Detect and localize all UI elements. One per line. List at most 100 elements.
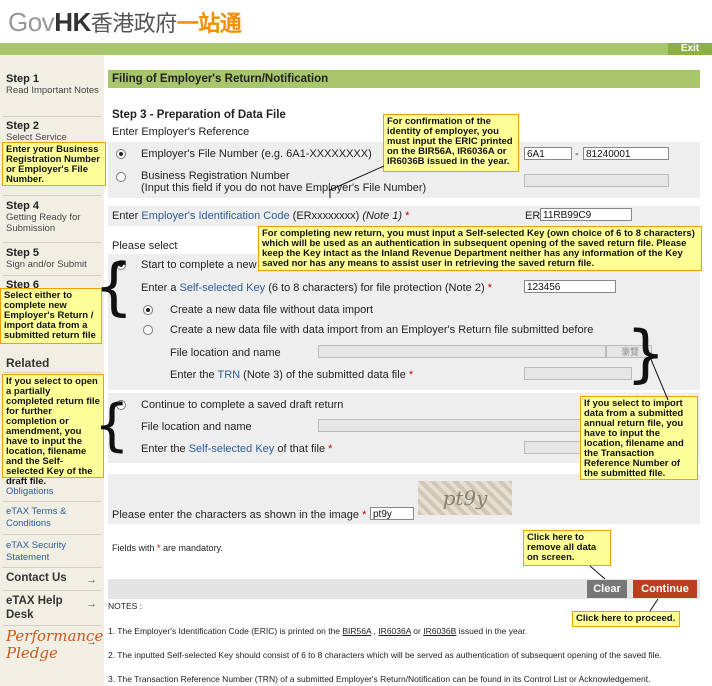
file-number-input[interactable]: 81240001 [583, 147, 669, 160]
file-location-label: File location and name [170, 347, 281, 359]
step-number: Step 1 [6, 73, 40, 85]
note1-post: issued in the year. [456, 626, 528, 636]
callout-draft-file: If you select to open a partially comple… [2, 374, 104, 487]
right-brace-icon: } [626, 317, 666, 390]
note-1: 1. The Employer's Identification Code (E… [108, 626, 527, 636]
sidebar-divider [3, 590, 101, 591]
key-label-pre: Enter a [141, 282, 180, 294]
captcha-label-text: Please enter the characters as shown in … [112, 509, 363, 521]
draft-key-input[interactable] [524, 441, 584, 454]
self-key-input[interactable]: 123456 [524, 280, 616, 293]
draft-file-input[interactable] [318, 419, 582, 432]
note-3: 3. The Transaction Reference Number (TRN… [108, 674, 651, 684]
callout-self-key: For completing new return, you must inpu… [258, 226, 702, 271]
draft-key-label: Enter the Self-selected Key of that file… [141, 443, 332, 455]
sidebar-step-5[interactable]: Step 5 Sign and/or Submit [6, 247, 102, 270]
captcha-input[interactable]: pt9y [370, 507, 414, 520]
step-label: Sign and/or Submit [6, 259, 87, 270]
top-green-bar [0, 43, 712, 55]
callout-import-file: If you select to import data from a subm… [580, 396, 698, 480]
arrow-right-icon: → [86, 574, 97, 586]
br-label: Business Registration Number [141, 170, 290, 182]
key-label-post: (6 to 8 characters) for file protection … [265, 282, 488, 294]
note1-pre: 1. The Employer's Identification Code (E… [108, 626, 343, 636]
note1-link-ir6036a[interactable]: IR6036A [378, 626, 411, 636]
without-import-radio[interactable] [143, 305, 153, 315]
file-prefix-input[interactable]: 6A1 [524, 147, 572, 160]
br-sub-label: (Input this field if you do not have Emp… [141, 182, 427, 194]
callout-eric-confirm: For confirmation of the identity of empl… [383, 114, 519, 172]
arrow-right-icon: → [86, 598, 97, 610]
note1-sep: or [410, 626, 424, 636]
continue-draft-label: Continue to complete a saved draft retur… [141, 399, 344, 411]
with-import-radio[interactable] [143, 325, 153, 335]
logo-gov: Gov [8, 7, 55, 37]
note1-link-ir6036b[interactable]: IR6036B [423, 626, 456, 636]
mandatory-note: Fields with * are mandatory. [112, 543, 223, 553]
exit-button[interactable]: Exit [668, 43, 712, 55]
eric-label-post: (ERxxxxxxxx) [289, 210, 363, 222]
trn-input[interactable] [524, 367, 632, 380]
captcha-image: pt9y [418, 481, 512, 515]
sidebar-link-security[interactable]: eTAX Security Statement [6, 540, 84, 564]
logo-chinese-onestop: 一站通 [176, 12, 242, 37]
sidebar-link-obligations[interactable]: Obligations [6, 486, 54, 498]
required-star: * [328, 443, 333, 455]
step-title: Step 3 - Preparation of Data File [112, 109, 286, 121]
sidebar-divider [3, 195, 101, 196]
logo-hk: HK [54, 7, 91, 37]
sidebar-divider [3, 242, 101, 243]
dash-separator: - [575, 148, 579, 160]
key-label: Enter a Self-selected Key (6 to 8 charac… [141, 282, 492, 294]
left-brace-icon: { [94, 250, 134, 323]
eric-note: (Note 1) [362, 210, 403, 222]
eric-label: Enter Employer's Identification Code (ER… [112, 210, 409, 222]
sidebar-step-2[interactable]: Step 2 Select Service [6, 120, 102, 143]
clear-button[interactable]: Clear [587, 580, 627, 598]
draft-self-key-link[interactable]: Self-selected Key [189, 443, 275, 455]
sidebar-performance-pledge[interactable]: Performance Pledge [6, 628, 103, 662]
with-import-label: Create a new data file with data import … [170, 324, 594, 336]
step-label: Read Important Notes [6, 85, 99, 96]
trn-label-pre: Enter the [170, 369, 218, 381]
eric-input[interactable]: 11RB99C9 [540, 208, 632, 221]
trn-link[interactable]: TRN [218, 369, 241, 381]
eric-prefix: ER [525, 210, 541, 222]
self-key-link[interactable]: Self-selected Key [180, 282, 266, 294]
sidebar-divider [3, 275, 101, 276]
mandatory-post: are mandatory. [160, 543, 223, 553]
sidebar-divider [3, 567, 101, 568]
br-number-input[interactable] [524, 174, 669, 187]
sidebar-divider [3, 625, 101, 626]
step-label: Getting Ready for Submission [6, 212, 81, 234]
draft-file-location-label: File location and name [141, 421, 252, 433]
continue-button[interactable]: Continue [633, 580, 697, 598]
sidebar-contact-us[interactable]: Contact Us [6, 572, 67, 584]
required-star: * [408, 369, 414, 381]
file-number-radio[interactable] [116, 149, 126, 159]
eric-link[interactable]: Employer's Identification Code [141, 210, 289, 222]
required-star: * [362, 509, 367, 521]
govhk-logo[interactable]: GovHK香港政府一站通 [8, 6, 242, 41]
left-brace-icon: { [94, 393, 130, 458]
step-number: Step 4 [6, 200, 40, 212]
sidebar-step-4[interactable]: Step 4 Getting Ready for Submission [6, 200, 102, 234]
import-file-input[interactable] [318, 345, 606, 358]
sidebar-step-1[interactable]: Step 1 Read Important Notes [6, 73, 102, 96]
sidebar-help-desk[interactable]: eTAX Help Desk [6, 594, 78, 622]
start-new-label: Start to complete a new [141, 259, 257, 271]
sidebar-link-terms[interactable]: eTAX Terms & Conditions [6, 506, 84, 530]
related-heading: Related [6, 356, 50, 370]
draft-key-label-pre: Enter the [141, 443, 189, 455]
callout-clear: Click here to remove all data on screen. [523, 530, 611, 566]
sidebar-divider [3, 372, 101, 373]
note1-link-bir56a[interactable]: BIR56A [342, 626, 371, 636]
arrow-right-icon: → [86, 636, 97, 648]
br-number-radio[interactable] [116, 172, 126, 182]
mandatory-pre: Fields with [112, 543, 158, 553]
note-2: 2. The inputted Self-selected Key should… [108, 650, 662, 660]
sidebar-divider [3, 116, 101, 117]
without-import-label: Create a new data file without data impo… [170, 304, 374, 316]
callout-proceed: Click here to proceed. [572, 611, 680, 627]
trn-label-post: (Note 3) of the submitted data file [240, 369, 409, 381]
